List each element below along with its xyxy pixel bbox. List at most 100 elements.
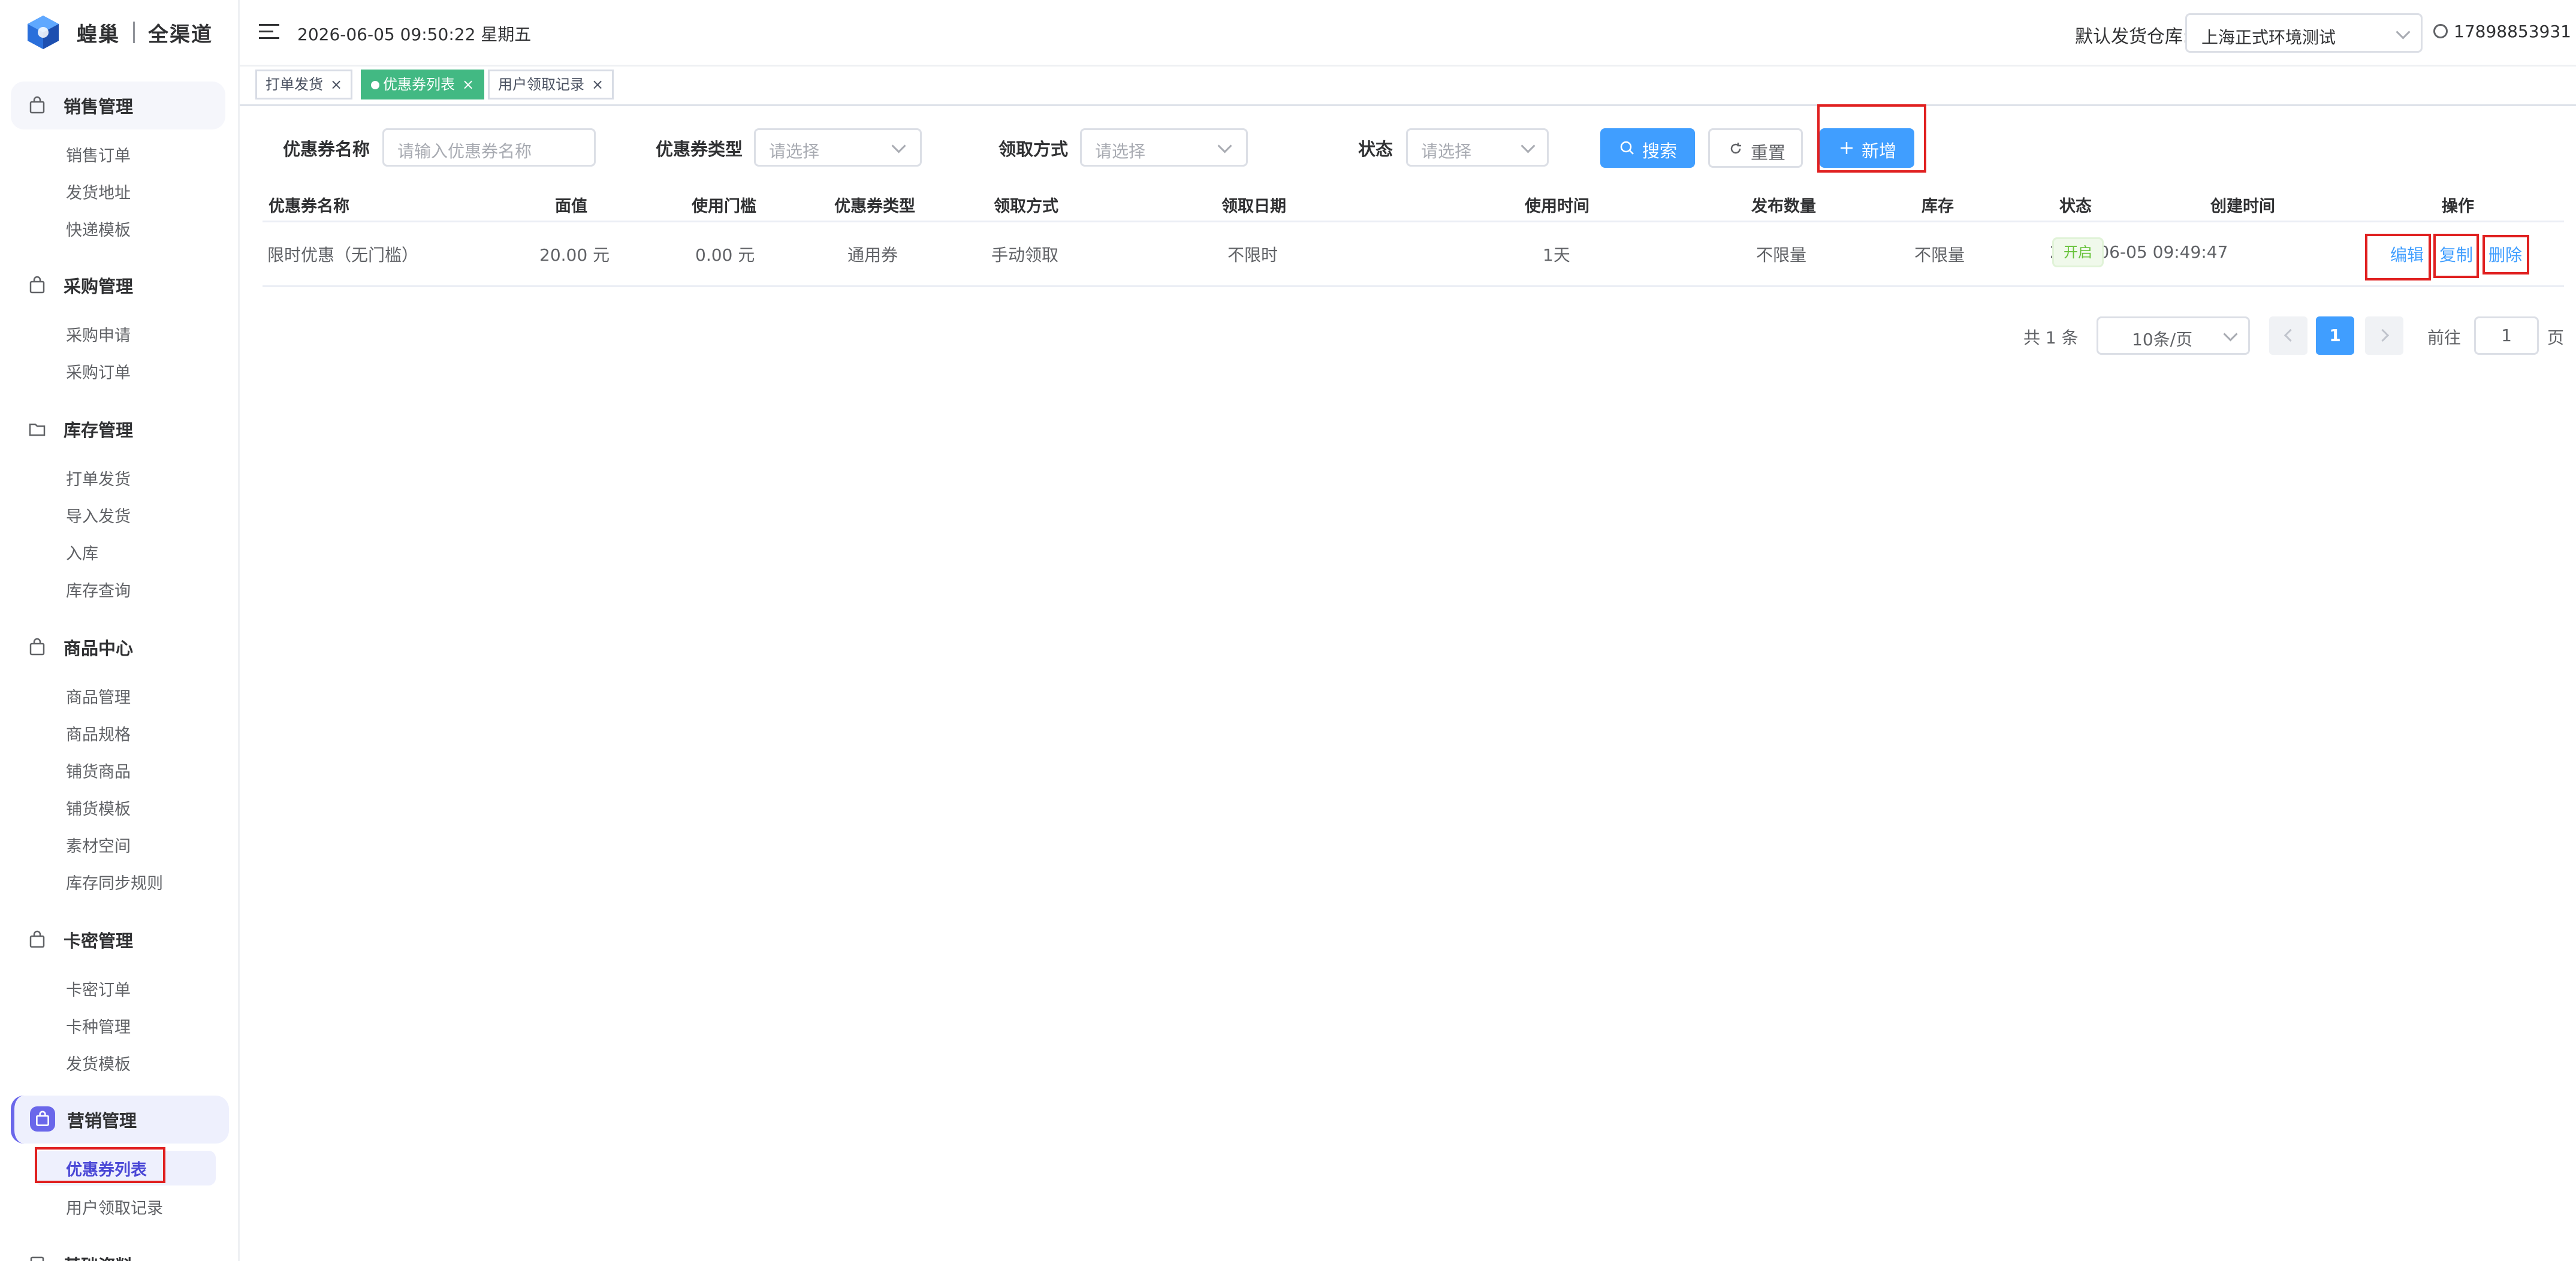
placeholder: 请输入优惠券名称 — [397, 141, 532, 161]
user-account[interactable]: 17898853931 — [2454, 22, 2571, 41]
status-select[interactable]: 请选择 — [1406, 128, 1549, 167]
menu-group-card[interactable]: 卡密管理 — [11, 916, 225, 964]
sidebar-item-stock-sync-rule[interactable]: 库存同步规则 — [66, 870, 163, 894]
header-datetime: 2026-06-05 09:50:22 星期五 — [297, 25, 532, 44]
warehouse-value: 上海正式环境测试 — [2201, 28, 2336, 47]
sidebar-item-purchase-request[interactable]: 采购申请 — [66, 322, 131, 346]
col-status: 状态 — [2059, 197, 2092, 216]
sidebar-item-card-order[interactable]: 卡密订单 — [66, 977, 131, 1000]
placeholder: 请选择 — [1421, 141, 1472, 161]
highlight-box — [35, 1147, 165, 1183]
search-button[interactable]: 搜索 — [1600, 128, 1695, 168]
current-page-button[interactable]: 1 — [2316, 316, 2354, 355]
user-icon[interactable] — [2433, 24, 2448, 38]
search-icon — [1620, 141, 1634, 155]
doc-icon — [30, 1256, 44, 1261]
sidebar-item-stock-in[interactable]: 入库 — [66, 541, 98, 564]
sidebar: 蝗巢 全渠道 销售管理 销售订单 发货地址 快递模板 采购管理 采购申请 采购订… — [0, 0, 240, 1261]
sidebar-item-purchase-order[interactable]: 采购订单 — [66, 360, 131, 383]
active-dot-icon — [371, 81, 379, 89]
reset-button-label: 重置 — [1751, 143, 1786, 163]
sidebar-item-import-ship[interactable]: 导入发货 — [66, 503, 131, 527]
filter-method-label: 领取方式 — [999, 139, 1069, 159]
sidebar-item-material-space[interactable]: 素材空间 — [66, 833, 131, 856]
highlight-box — [2365, 234, 2431, 280]
col-threshold: 使用门槛 — [692, 197, 756, 216]
menu-group-purchase[interactable]: 采购管理 — [11, 261, 225, 309]
menu-group-basic-data[interactable]: 基础资料 — [11, 1241, 225, 1261]
menu-group-marketing[interactable]: 营销管理 — [11, 1096, 229, 1144]
brand-name: 蝗巢 — [77, 22, 120, 47]
chevron-left-icon — [2284, 328, 2297, 342]
col-method: 领取方式 — [994, 197, 1058, 216]
folder-icon — [29, 423, 46, 436]
goto-label: 前往 — [2427, 328, 2462, 348]
col-name: 优惠券名称 — [269, 197, 349, 216]
cell-method: 手动领取 — [991, 245, 1059, 265]
warehouse-select[interactable]: 上海正式环境测试 — [2185, 13, 2423, 53]
menu-group-label: 销售管理 — [64, 96, 134, 117]
page-suffix: 页 — [2547, 328, 2565, 348]
purchase-bag-icon — [29, 276, 45, 294]
sidebar-item-sales-order[interactable]: 销售订单 — [66, 143, 131, 166]
placeholder: 请选择 — [1095, 141, 1146, 161]
sidebar-item-ship-template[interactable]: 发货模板 — [66, 1051, 131, 1075]
tab-print-ship[interactable]: 打单发货 × — [255, 70, 353, 99]
menu-toggle-icon[interactable] — [259, 24, 279, 40]
prev-page-button[interactable] — [2269, 316, 2307, 355]
filter-name-label: 优惠券名称 — [283, 139, 370, 159]
highlight-box — [1817, 104, 1926, 173]
sidebar-item-ship-address[interactable]: 发货地址 — [66, 180, 131, 203]
filter-status-label: 状态 — [1358, 139, 1393, 159]
sidebar-item-product-spec[interactable]: 商品规格 — [66, 722, 131, 745]
highlight-box — [2483, 235, 2529, 274]
menu-group-label: 营销管理 — [67, 1111, 137, 1131]
sidebar-item-print-ship[interactable]: 打单发货 — [66, 466, 131, 490]
highlight-box — [2433, 234, 2479, 278]
sidebar-item-card-type[interactable]: 卡种管理 — [66, 1014, 131, 1037]
coupon-name-input[interactable]: 请输入优惠券名称 — [382, 128, 596, 167]
claim-method-select[interactable]: 请选择 — [1080, 128, 1248, 167]
tab-user-claim-record[interactable]: 用户领取记录 × — [488, 70, 614, 99]
sidebar-item-distribute-template[interactable]: 铺货模板 — [66, 796, 131, 819]
cell-threshold: 0.00 元 — [695, 245, 755, 265]
goto-page-input[interactable]: 1 — [2474, 316, 2539, 355]
col-stock: 库存 — [1922, 197, 1954, 216]
brand-divider — [133, 22, 135, 43]
page-size-select[interactable]: 10条/页 — [2097, 316, 2250, 355]
col-value: 面值 — [555, 197, 587, 216]
tab-label: 打单发货 — [266, 76, 323, 93]
cell-publish: 不限量 — [1756, 245, 1807, 265]
search-button-label: 搜索 — [1642, 141, 1678, 161]
pagination-total: 共 1 条 — [2023, 328, 2079, 348]
brand-logo: 蝗巢 全渠道 — [25, 13, 213, 52]
chevron-down-icon — [2396, 25, 2411, 40]
bag-icon — [29, 96, 45, 114]
coupon-type-select[interactable]: 请选择 — [754, 128, 922, 167]
reset-button[interactable]: 重置 — [1708, 128, 1803, 168]
sidebar-item-user-claim-record[interactable]: 用户领取记录 — [66, 1195, 163, 1218]
close-icon[interactable]: × — [462, 76, 474, 93]
menu-group-inventory[interactable]: 库存管理 — [11, 405, 225, 453]
sidebar-item-stock-query[interactable]: 库存查询 — [66, 578, 131, 601]
next-page-button[interactable] — [2365, 316, 2403, 355]
tab-label: 优惠券列表 — [383, 76, 455, 93]
logo-cube-icon — [28, 16, 59, 49]
cell-type: 通用券 — [847, 245, 898, 265]
brand-sub: 全渠道 — [148, 22, 213, 47]
sidebar-item-express-template[interactable]: 快递模板 — [66, 217, 131, 240]
col-publish: 发布数量 — [1751, 197, 1816, 216]
close-icon[interactable]: × — [592, 76, 604, 93]
col-type: 优惠券类型 — [834, 197, 915, 216]
placeholder: 请选择 — [769, 141, 820, 161]
sidebar-item-product-manage[interactable]: 商品管理 — [66, 684, 131, 708]
page-size-value: 10条/页 — [2132, 330, 2193, 349]
menu-group-sales[interactable]: 销售管理 — [11, 82, 225, 129]
warehouse-label: 默认发货仓库: — [2075, 26, 2189, 47]
marketing-bag-icon — [36, 1111, 49, 1126]
menu-group-products[interactable]: 商品中心 — [11, 623, 225, 671]
close-icon[interactable]: × — [330, 76, 342, 93]
sidebar-item-distribute-product[interactable]: 铺货商品 — [66, 759, 131, 782]
cell-value: 20.00 元 — [539, 245, 610, 265]
tab-coupon-list[interactable]: 优惠券列表 × — [361, 70, 485, 99]
